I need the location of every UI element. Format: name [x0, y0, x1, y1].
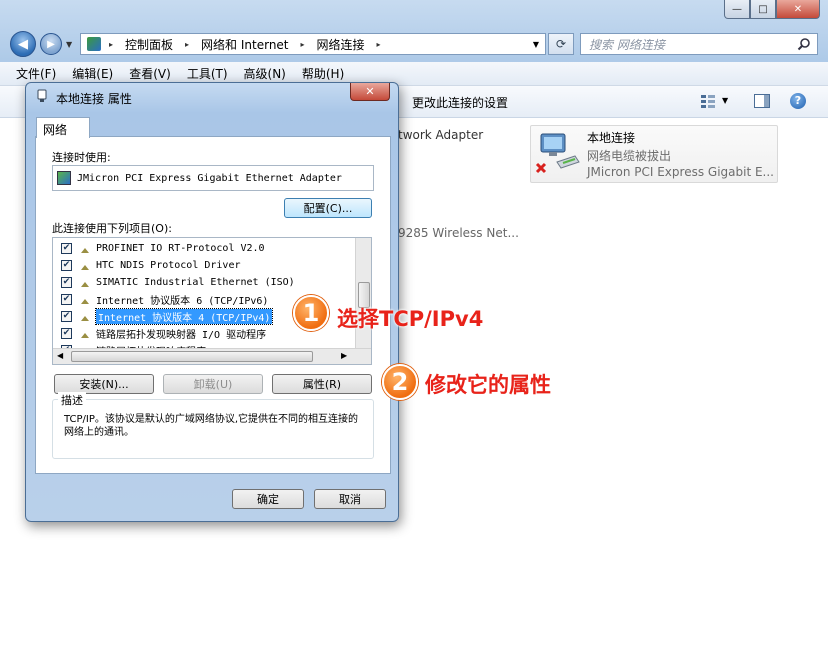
breadcrumb-item[interactable]: 网络和 Internet [201, 36, 288, 53]
adapter-name-text: JMicron PCI Express Gigabit Ethernet Ada… [77, 172, 342, 184]
list-item[interactable]: ✔ PROFINET IO RT-Protocol V2.0 [53, 240, 357, 257]
menu-view[interactable]: 查看(V) [129, 65, 171, 82]
close-button[interactable]: ✕ [776, 0, 820, 19]
address-dropdown-icon[interactable]: ▼ [533, 40, 539, 49]
search-input[interactable]: 搜索 网络连接 [580, 33, 818, 55]
breadcrumb-separator: ▸ [300, 39, 305, 49]
item-checkbox[interactable]: ✔ [61, 260, 72, 271]
minimize-button[interactable]: — [724, 0, 750, 19]
horizontal-scrollbar[interactable]: ◀ ▶ [53, 348, 371, 364]
step-1-badge: 1 [293, 295, 329, 331]
connect-using-label: 连接时使用: [52, 151, 111, 164]
network-adapter-icon [535, 132, 583, 176]
adapter-icon [57, 171, 71, 185]
item-checkbox[interactable]: ✔ [61, 294, 72, 305]
breadcrumb-separator: ▸ [185, 39, 190, 49]
scroll-left-icon[interactable]: ◀ [57, 351, 63, 360]
horizontal-scroll-thumb[interactable] [71, 351, 313, 362]
history-dropdown-icon[interactable]: ▼ [66, 40, 72, 49]
step-2-badge: 2 [382, 364, 418, 400]
menu-help[interactable]: 帮助(H) [302, 65, 344, 82]
properties-button[interactable]: 属性(R) [272, 374, 372, 394]
tab-network[interactable]: 网络 [36, 117, 90, 138]
list-item[interactable]: ✔ HTC NDIS Protocol Driver [53, 257, 357, 274]
item-checkbox[interactable]: ✔ [61, 311, 72, 322]
protocol-icon [78, 261, 92, 271]
item-label: Internet 协议版本 6 (TCP/IPv6) [96, 296, 269, 307]
list-item[interactable]: ✔ SIMATIC Industrial Ethernet (ISO) [53, 274, 357, 291]
control-panel-icon [87, 37, 101, 51]
search-placeholder: 搜索 网络连接 [589, 37, 665, 52]
breadcrumb-item[interactable]: 网络连接 [317, 36, 365, 53]
menu-tools[interactable]: 工具(T) [187, 65, 228, 82]
adapter-field: JMicron PCI Express Gigabit Ethernet Ada… [52, 165, 374, 191]
forward-button[interactable]: ▶ [40, 33, 62, 55]
address-bar[interactable]: ▸ 控制面板 ▸ 网络和 Internet ▸ 网络连接 ▸ ▼ [80, 33, 546, 55]
uninstall-button[interactable]: 卸载(U) [163, 374, 263, 394]
cancel-button[interactable]: 取消 [314, 489, 386, 509]
search-icon[interactable] [797, 37, 811, 51]
item-checkbox[interactable]: ✔ [61, 277, 72, 288]
local-connection-properties-dialog: 本地连接 属性 ✕ 网络 连接时使用: JMicron PCI Express … [25, 82, 399, 522]
description-label: 描述 [58, 392, 86, 408]
protocol-icon [78, 312, 92, 322]
window-caption-buttons: — □ ✕ [724, 0, 820, 19]
adapter-status: 网络电缆被拔出 [587, 149, 672, 163]
change-connection-settings-link[interactable]: 更改此连接的设置 [412, 94, 508, 111]
view-options-icon[interactable] [700, 94, 716, 108]
adapter-name: 本地连接 [587, 131, 636, 145]
adapter-device: JMicron PCI Express Gigabit E... [587, 165, 774, 179]
item-checkbox[interactable]: ✔ [61, 243, 72, 254]
network-connection-icon [35, 89, 49, 103]
item-label: PROFINET IO RT-Protocol V2.0 [96, 243, 265, 254]
refresh-button[interactable]: ⟳ [548, 33, 574, 55]
scroll-right-icon[interactable]: ▶ [341, 351, 347, 360]
items-label: 此连接使用下列项目(O): [52, 222, 172, 235]
step-1-note: 选择TCP/IPv4 [337, 307, 484, 331]
item-checkbox[interactable]: ✔ [61, 328, 72, 339]
help-icon[interactable]: ? [790, 93, 806, 109]
item-label: Internet 协议版本 4 (TCP/IPv4) [94, 308, 274, 325]
item-label: HTC NDIS Protocol Driver [96, 260, 241, 271]
protocol-icon [78, 295, 92, 305]
maximize-button[interactable]: □ [750, 0, 776, 19]
breadcrumb-separator: ▸ [376, 39, 381, 49]
breadcrumb-item[interactable]: 控制面板 [125, 36, 173, 53]
install-button[interactable]: 安装(N)... [54, 374, 154, 394]
protocol-icon [78, 329, 92, 339]
adapter-item-text[interactable]: twork Adapter [398, 128, 483, 142]
menu-advanced[interactable]: 高级(N) [244, 65, 286, 82]
menu-file[interactable]: 文件(F) [16, 65, 56, 82]
back-button[interactable]: ◀ [10, 31, 36, 57]
step-2-note: 修改它的属性 [425, 373, 551, 397]
view-dropdown-icon[interactable]: ▼ [722, 96, 728, 105]
preview-pane-icon[interactable] [754, 94, 770, 108]
menu-edit[interactable]: 编辑(E) [72, 65, 113, 82]
local-connection-item[interactable]: 本地连接 网络电缆被拔出 JMicron PCI Express Gigabit… [530, 125, 778, 183]
item-label: 链路层拓扑发现映射器 I/O 驱动程序 [96, 330, 267, 341]
vertical-scrollbar[interactable] [355, 238, 371, 350]
item-label: SIMATIC Industrial Ethernet (ISO) [96, 277, 295, 288]
dialog-title: 本地连接 属性 [56, 92, 132, 106]
breadcrumb-separator: ▸ [109, 39, 114, 49]
description-text: TCP/IP。该协议是默认的广域网络协议,它提供在不同的相互连接的网络上的通讯。 [64, 414, 359, 438]
configure-button[interactable]: 配置(C)... [284, 198, 372, 218]
protocol-icon [78, 278, 92, 288]
protocol-icon [78, 244, 92, 254]
dialog-close-button[interactable]: ✕ [350, 83, 390, 101]
ok-button[interactable]: 确定 [232, 489, 304, 509]
adapter-item-text[interactable]: 9285 Wireless Net... [398, 226, 519, 240]
